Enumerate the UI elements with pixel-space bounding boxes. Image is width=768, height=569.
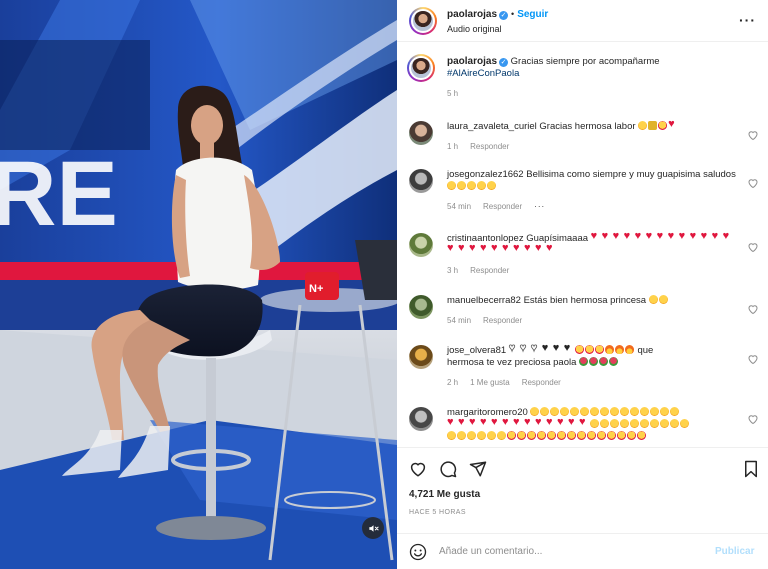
bookmark-icon[interactable] — [742, 460, 760, 478]
heart-face-icon — [594, 345, 604, 354]
author-username[interactable]: paolarojas — [447, 9, 497, 20]
screen-graphic-letters: RE — [0, 143, 118, 245]
caption-text: Gracias siempre por acompañarme — [510, 56, 660, 67]
comment-input[interactable] — [439, 546, 709, 557]
audio-label[interactable]: Audio original — [447, 22, 548, 36]
heart-eyes-face-icon — [457, 181, 466, 190]
comment-time[interactable]: 54 min — [447, 202, 471, 211]
post-side-panel: paolarojas ✓ • Seguir Audio original ··· pa… — [397, 0, 768, 569]
rose-icon — [609, 357, 619, 366]
white-heart-icon — [509, 342, 519, 354]
comment-time[interactable]: 2 h — [447, 378, 458, 387]
white-heart-icon — [520, 342, 530, 354]
commenter-avatar[interactable] — [409, 121, 433, 145]
comment-username[interactable]: manuelbecerra82 — [447, 295, 521, 306]
comment-text: Bellisima como siempre y muy guapisima s… — [526, 169, 736, 180]
commenter-avatar[interactable] — [409, 295, 433, 319]
black-heart-icon — [553, 342, 563, 354]
smiling-face-icon — [648, 295, 658, 304]
tv-studio-scene: RE N+ — [0, 0, 397, 569]
like-comment-heart-icon[interactable] — [747, 303, 759, 315]
post-header: paolarojas ✓ • Seguir Audio original ··· — [397, 0, 768, 42]
post-video[interactable]: RE N+ — [0, 0, 397, 569]
like-comment-heart-icon[interactable] — [747, 413, 759, 425]
fire-icon — [604, 345, 614, 354]
reply-button[interactable]: Responder — [522, 378, 561, 387]
comment-username[interactable]: jose_olvera81 — [447, 345, 506, 356]
comment-time[interactable]: 1 h — [447, 142, 458, 151]
white-heart-icon — [531, 342, 541, 354]
fire-icon — [614, 345, 624, 354]
comment-text: Estás bien hermosa princesa — [523, 295, 647, 306]
caption-hashtag[interactable]: #AlAireConPaola — [447, 68, 519, 79]
heart-face-icon — [574, 345, 584, 354]
commenter-avatar[interactable] — [409, 169, 433, 193]
commenter-avatar[interactable] — [409, 407, 433, 431]
black-heart-icon — [564, 342, 574, 354]
comment-time[interactable]: 3 h — [447, 266, 458, 275]
share-icon[interactable] — [469, 460, 487, 478]
svg-text:N+: N+ — [309, 283, 323, 295]
like-comment-heart-icon[interactable] — [747, 177, 759, 189]
mute-toggle-button[interactable] — [362, 517, 384, 539]
red-heart-icon — [668, 118, 678, 130]
rose-icon — [579, 357, 589, 366]
heart-face-icon — [658, 121, 668, 130]
publish-button[interactable]: Publicar — [715, 546, 754, 557]
author-avatar[interactable] — [407, 54, 435, 82]
like-comment-heart-icon[interactable] — [747, 129, 759, 141]
verified-badge-icon: ✓ — [499, 10, 509, 20]
reply-button[interactable]: Responder — [470, 142, 509, 151]
fire-icon — [624, 345, 634, 354]
trophy-icon — [648, 121, 658, 130]
post-actions-bar — [397, 447, 768, 489]
comment-text: Gracias hermosa labor — [539, 121, 636, 132]
comment-text: hermosa te vez preciosa paola — [447, 357, 577, 368]
commenter-avatar[interactable] — [409, 345, 433, 369]
comment-username[interactable]: josegonzalez1662 — [447, 169, 524, 180]
speaker-muted-icon — [368, 524, 379, 532]
like-count[interactable]: 4,721 Me gusta — [409, 489, 480, 500]
comments-list[interactable]: paolarojas ✓ Gracias siempre por acompaña… — [397, 47, 768, 447]
heart-eyes-face-icon — [487, 181, 496, 190]
heart-icon[interactable] — [409, 460, 427, 478]
author-avatar[interactable] — [409, 6, 437, 35]
rose-icon — [589, 357, 599, 366]
heart-face-icon — [584, 345, 594, 354]
add-comment-bar: Publicar — [397, 533, 768, 569]
caption-time[interactable]: 5 h — [447, 89, 458, 98]
caption-username[interactable]: paolarojas — [447, 56, 497, 67]
heart-eyes-face-icon — [447, 181, 456, 190]
smiling-face-icon — [638, 121, 648, 130]
verified-badge-icon: ✓ — [499, 58, 509, 67]
more-options-icon[interactable]: ··· — [739, 13, 756, 27]
comment-text: que — [637, 345, 654, 356]
comment-likes[interactable]: 1 Me gusta — [470, 378, 510, 387]
reply-button[interactable]: Responder — [470, 266, 509, 275]
heart-eyes-face-icon — [467, 181, 476, 190]
comment-icon[interactable] — [439, 460, 457, 478]
like-comment-heart-icon[interactable] — [747, 353, 759, 365]
emoji-icon[interactable] — [409, 543, 427, 561]
post-time[interactable]: HACE 5 HORAS — [409, 509, 466, 516]
commenter-avatar[interactable] — [409, 233, 433, 257]
comment-username[interactable]: laura_zavaleta_curiel — [447, 121, 537, 132]
reply-button[interactable]: Responder — [483, 316, 522, 325]
comment-options-icon[interactable]: ··· — [534, 202, 545, 211]
comment-time[interactable]: 54 min — [447, 316, 471, 325]
rose-icon — [599, 357, 609, 366]
follow-button[interactable]: Seguir — [517, 9, 548, 20]
heart-eyes-face-icon — [477, 181, 486, 190]
like-comment-heart-icon[interactable] — [747, 241, 759, 253]
reply-button[interactable]: Responder — [483, 202, 522, 211]
black-heart-icon — [542, 342, 552, 354]
heart-eyes-face-icon — [658, 295, 668, 304]
